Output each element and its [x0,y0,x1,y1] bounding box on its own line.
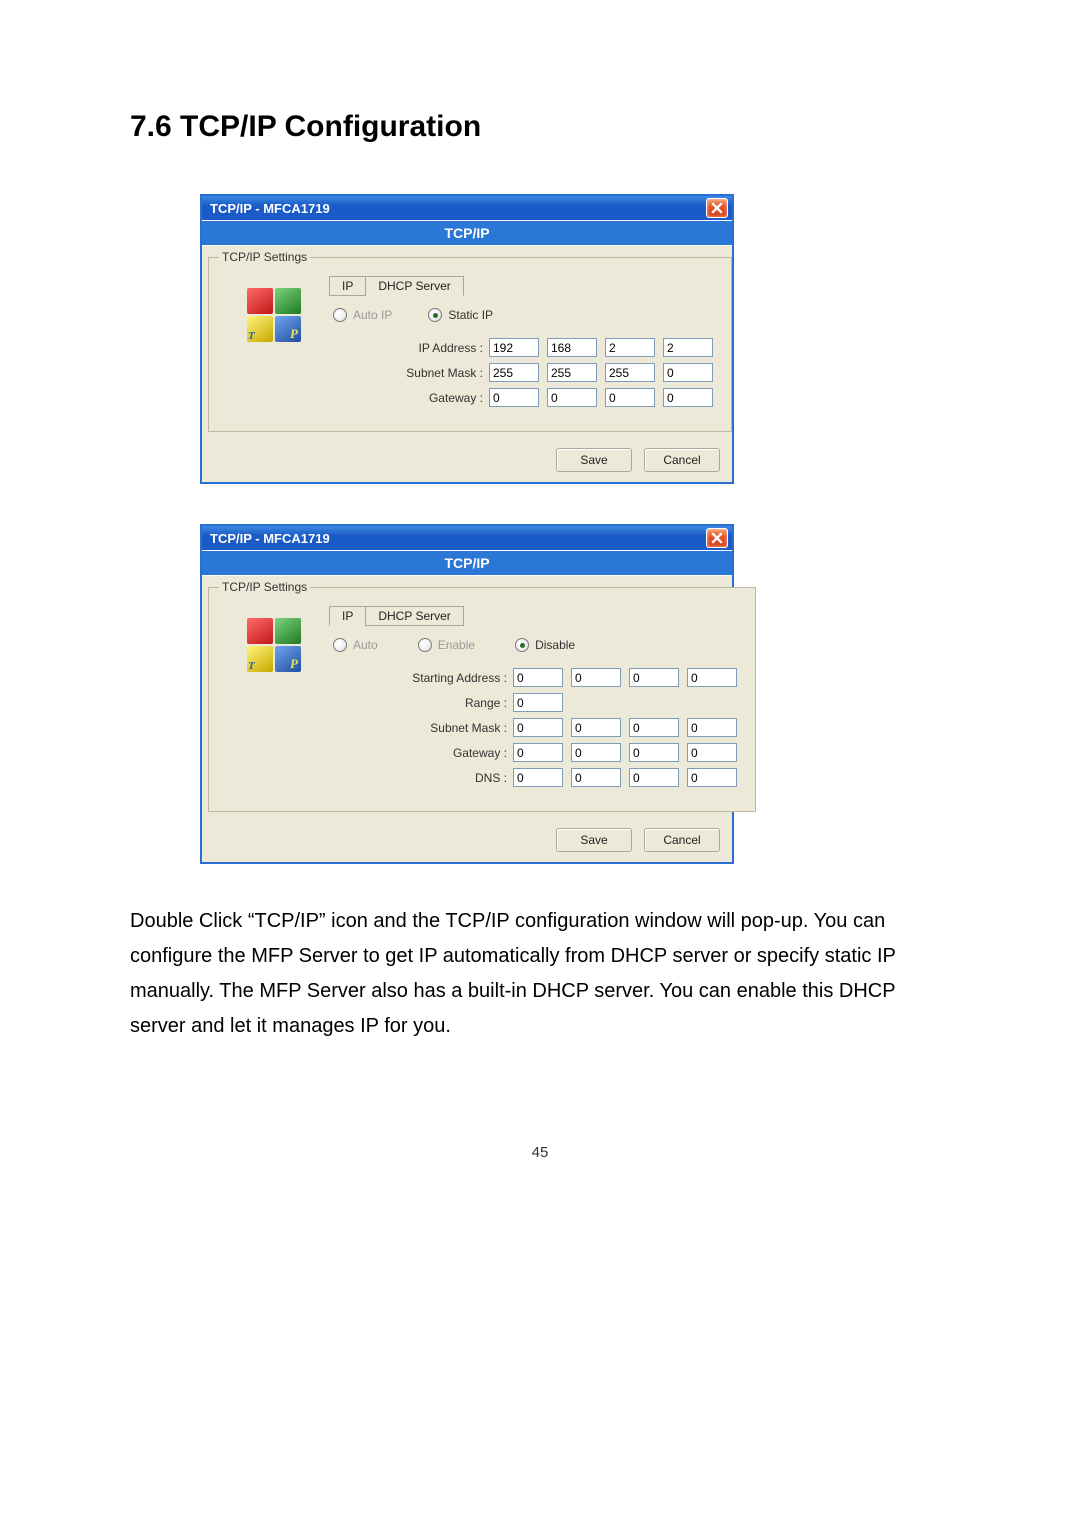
cancel-button[interactable]: Cancel [644,828,720,852]
close-icon[interactable] [706,198,728,218]
tab-row: IP DHCP Server [329,276,721,296]
label-range: Range : [357,696,513,710]
dns-octet-4[interactable]: 0 [687,768,737,787]
ip-address-octet-2[interactable]: 168 [547,338,597,357]
subnet-mask-octet-2[interactable]: 0 [571,718,621,737]
panel-heading: TCP/IP [202,220,732,246]
radio-disable-label: Disable [535,638,575,652]
tab-dhcp-server[interactable]: DHCP Server [365,606,463,626]
tab-ip[interactable]: IP [329,606,366,626]
starting-address-octet-3[interactable]: 0 [629,668,679,687]
subnet-mask-octet-4[interactable]: 0 [687,718,737,737]
radio-auto-ip-label: Auto IP [353,308,392,322]
description-paragraph: Double Click “TCP/IP” icon and the TCP/I… [130,904,950,1044]
panel-heading: TCP/IP [202,550,732,576]
window-title: TCP/IP - MFCA1719 [210,531,330,546]
dns-octet-2[interactable]: 0 [571,768,621,787]
range-input[interactable]: 0 [513,693,563,712]
gateway-octet-3[interactable]: 0 [605,388,655,407]
label-gateway: Gateway : [357,391,489,405]
tcpip-icon: TP [247,618,301,672]
dhcp-mode-radios: Auto Enable Disable [333,638,745,652]
radio-static-ip[interactable]: Static IP [428,308,493,322]
radio-enable[interactable]: Enable [418,638,475,652]
label-starting-address: Starting Address : [357,671,513,685]
subnet-mask-octet-3[interactable]: 0 [629,718,679,737]
ip-mode-radios: Auto IP Static IP [333,308,721,322]
group-legend: TCP/IP Settings [219,250,310,264]
label-subnet-mask: Subnet Mask : [357,366,489,380]
subnet-mask-octet-3[interactable]: 255 [605,363,655,382]
ip-address-octet-3[interactable]: 2 [605,338,655,357]
group-legend: TCP/IP Settings [219,580,310,594]
save-button[interactable]: Save [556,828,632,852]
radio-auto-ip[interactable]: Auto IP [333,308,392,322]
radio-auto-label: Auto [353,638,378,652]
subnet-mask-octet-1[interactable]: 255 [489,363,539,382]
section-heading: 7.6 TCP/IP Configuration [130,110,950,144]
titlebar: TCP/IP - MFCA1719 [202,526,732,550]
tcpip-icon: TP [247,288,301,342]
gateway-octet-2[interactable]: 0 [571,743,621,762]
dns-octet-1[interactable]: 0 [513,768,563,787]
label-gateway: Gateway : [357,746,513,760]
starting-address-octet-2[interactable]: 0 [571,668,621,687]
cancel-button[interactable]: Cancel [644,448,720,472]
save-button[interactable]: Save [556,448,632,472]
gateway-octet-1[interactable]: 0 [489,388,539,407]
subnet-mask-octet-2[interactable]: 255 [547,363,597,382]
tab-row: IP DHCP Server [329,606,745,626]
gateway-octet-4[interactable]: 0 [663,388,713,407]
radio-auto[interactable]: Auto [333,638,378,652]
radio-static-ip-label: Static IP [448,308,493,322]
gateway-octet-1[interactable]: 0 [513,743,563,762]
page-number: 45 [130,1144,950,1161]
starting-address-octet-1[interactable]: 0 [513,668,563,687]
gateway-octet-3[interactable]: 0 [629,743,679,762]
tcpip-settings-group: TCP/IP Settings TP IP DHCP Server [208,250,732,432]
radio-disable[interactable]: Disable [515,638,575,652]
tcpip-settings-group: TCP/IP Settings TP IP DHCP Server [208,580,756,812]
ip-address-octet-4[interactable]: 2 [663,338,713,357]
ip-address-octet-1[interactable]: 192 [489,338,539,357]
tcpip-dialog-ip: TCP/IP - MFCA1719 TCP/IP TCP/IP Settings… [200,194,734,484]
titlebar: TCP/IP - MFCA1719 [202,196,732,220]
subnet-mask-octet-4[interactable]: 0 [663,363,713,382]
tcpip-dialog-dhcp: TCP/IP - MFCA1719 TCP/IP TCP/IP Settings… [200,524,734,864]
label-ip-address: IP Address : [357,341,489,355]
label-dns: DNS : [357,771,513,785]
close-icon[interactable] [706,528,728,548]
tab-ip[interactable]: IP [329,276,366,296]
gateway-octet-2[interactable]: 0 [547,388,597,407]
starting-address-octet-4[interactable]: 0 [687,668,737,687]
window-title: TCP/IP - MFCA1719 [210,201,330,216]
subnet-mask-octet-1[interactable]: 0 [513,718,563,737]
dns-octet-3[interactable]: 0 [629,768,679,787]
radio-enable-label: Enable [438,638,475,652]
gateway-octet-4[interactable]: 0 [687,743,737,762]
tab-dhcp-server[interactable]: DHCP Server [365,276,463,296]
label-subnet-mask: Subnet Mask : [357,721,513,735]
